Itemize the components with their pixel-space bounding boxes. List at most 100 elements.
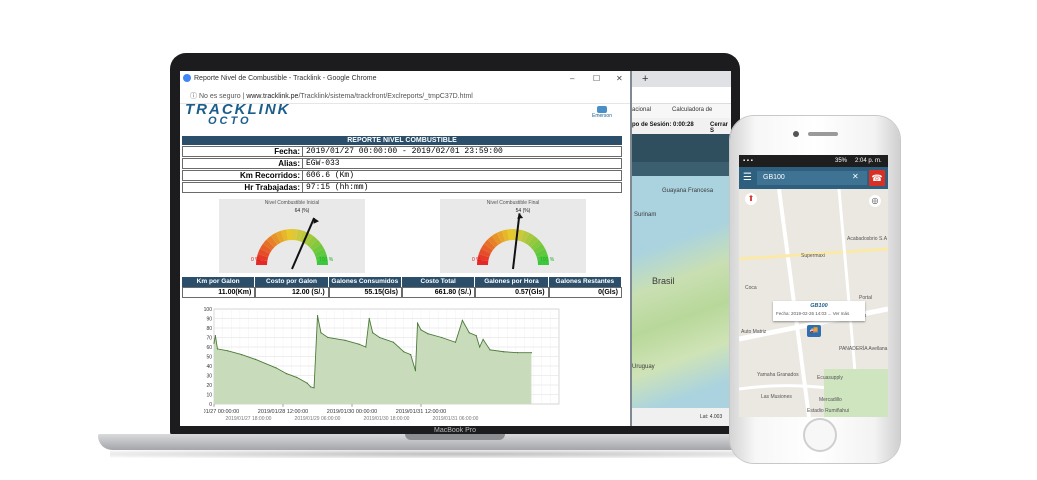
maximize-button[interactable]: ☐ [593,74,600,83]
chart-point [213,342,215,344]
chart-point [420,329,422,331]
gauge-min-label: 0 % [472,257,481,263]
map-label: Mercadillo [819,397,842,403]
gauge-dial [256,217,328,270]
map-label: Auto Matriz [741,329,767,335]
laptop-notch [405,434,505,440]
laptop-screen: + acional Calculadora de po de Sesión: 0… [180,71,731,426]
stats-value-cell: 55.15(Gls) [328,287,402,298]
map-label: Ecuasupply [817,375,843,381]
locate-icon[interactable]: ◎ [869,195,881,207]
chart-point [365,346,367,348]
report-row-hours: Hr Trabajadas: 97:15 (hh:mm) [182,182,622,193]
map-label: Las Musiones [761,394,792,400]
chart-y-tick-label: 80 [206,326,212,332]
chart-point [227,350,229,352]
gauge-dial [477,213,549,270]
report-row-value: 97:15 (hh:mm) [306,183,369,192]
report-row-value: 2019/01/27 00:00:00 - 2019/02/01 23:59:0… [306,147,503,156]
phone-speaker [808,132,838,136]
bookmark-item[interactable]: acional [632,107,651,113]
stats-header-cell: Galones Consumidos [328,277,402,287]
bg-address-bar[interactable] [630,87,731,104]
chart-point [275,367,277,369]
gauge-needle-tip [517,213,524,219]
stats-value-cell: 0.57(Gls) [475,287,549,298]
stats-header-cell: Galones Restantes [548,277,622,287]
map-label: Brasil [652,276,675,286]
bookmark-item[interactable]: Calculadora de [672,107,712,113]
chart-y-tick-label: 70 [206,336,212,342]
new-tab-button[interactable]: + [642,73,648,85]
chart-x-tick-label: 2019/01/27 00:00:00 [204,409,239,415]
chart-point [479,346,481,348]
stats-header-cell: Costo por Galon [255,277,329,287]
phone-screen: ▪ ▪ ▪ 35% 2:04 p. m. ☰ GB100 ✕ ☎ ⬆ ◎ Sup… [739,155,888,417]
vehicle-popup[interactable]: GB100 Fecha: 2019-02-26 14:03 ... Ver má… [773,301,865,321]
report-row-value: 606.6 (Km) [306,171,355,180]
chart-point [503,351,505,353]
chart-point [313,387,315,389]
phone-camera [793,131,799,137]
vehicle-search-input[interactable]: GB100 [757,171,867,185]
chart-x-tick-label: 2019/01/28 12:00:00 [258,409,308,415]
notification-icons: ▪ ▪ ▪ [743,158,753,164]
map-label: Supermaxi [801,253,825,259]
close-button[interactable]: ✕ [616,74,623,83]
report-row-label: Km Recorridos: [183,171,303,180]
session-time: po de Sesión: 0:00:28 [632,122,694,128]
background-browser: + acional Calculadora de po de Sesión: 0… [630,71,731,426]
laptop-shadow [110,450,800,458]
bg-bookmarks-bar: acional Calculadora de [630,104,731,118]
gauge-min-label: 0 % [251,257,260,263]
minimize-button[interactable]: – [570,74,574,83]
map-label: Uruguay [632,364,655,370]
chart-point [372,332,374,334]
chart-y-tick-label: 90 [206,317,212,323]
laptop-model-label: MacBook Pro [433,427,477,434]
window-titlebar: Reporte Nivel de Combustible - Tracklink… [180,71,630,89]
clear-search-icon[interactable]: ✕ [852,172,859,181]
home-button[interactable] [803,418,837,452]
chart-point [214,335,216,337]
map-status-bar: Lat: 4.003 [630,408,731,426]
map-toolbar [630,134,731,162]
chart-point [310,386,312,388]
chart-x-tick-label: 2019/01/30 00:00:00 [327,409,377,415]
chart-point [530,352,532,354]
latitude-readout: Lat: 4.003 [700,414,723,420]
close-session-link[interactable]: Cerrar S [710,122,731,134]
report-row-label: Fecha: [183,147,303,156]
chart-point [368,317,370,320]
stats-value-cell: 11.00(Km) [182,287,256,298]
chart-point [254,358,256,360]
popup-subtitle: Fecha: 2019-02-26 14:03 ... Ver más [776,311,850,316]
chart-point [427,333,429,335]
tracking-map[interactable]: Guayana Francesa Surinam Brasil Uruguay [630,176,731,408]
vehicle-marker-icon[interactable]: 🚚 [807,325,821,337]
chart-point [475,335,477,337]
partner-logo-text: Emerson [591,113,612,119]
chart-point [344,339,346,341]
chart-y-tick-label: 50 [206,355,212,361]
chart-point [468,332,470,334]
chart-y-tick-label: 60 [206,345,212,351]
stats-value-cell: 12.00 (S/.) [255,287,329,298]
chart-point [416,322,419,324]
stats-header-cell: Costo Total [401,277,476,287]
chrome-icon [183,74,191,82]
call-button[interactable]: ☎ [869,170,885,186]
menu-icon[interactable]: ☰ [743,173,752,183]
phone-map[interactable]: ⬆ ◎ Supermaxi Acabadosbrio S.A PANADERÍA… [739,189,888,417]
not-secure-label: No es seguro [198,93,241,100]
gauge-needle [512,213,521,270]
chart-x-sub-label: 2019/01/31 06:00:00 [433,416,479,422]
chart-point [216,348,219,350]
chart-point [392,341,394,343]
chart-x-sub-label: 2019/01/27 18:00:00 [226,416,272,422]
url-path: /Tracklink/sistema/trackfront/Exclreport… [298,93,473,100]
compass-icon[interactable]: ⬆ [745,193,757,205]
report-row-label: Alias: [183,159,303,168]
report-window: Reporte Nivel de Combustible - Tracklink… [180,71,632,426]
report-row-km: Km Recorridos: 606.6 (Km) [182,170,622,181]
